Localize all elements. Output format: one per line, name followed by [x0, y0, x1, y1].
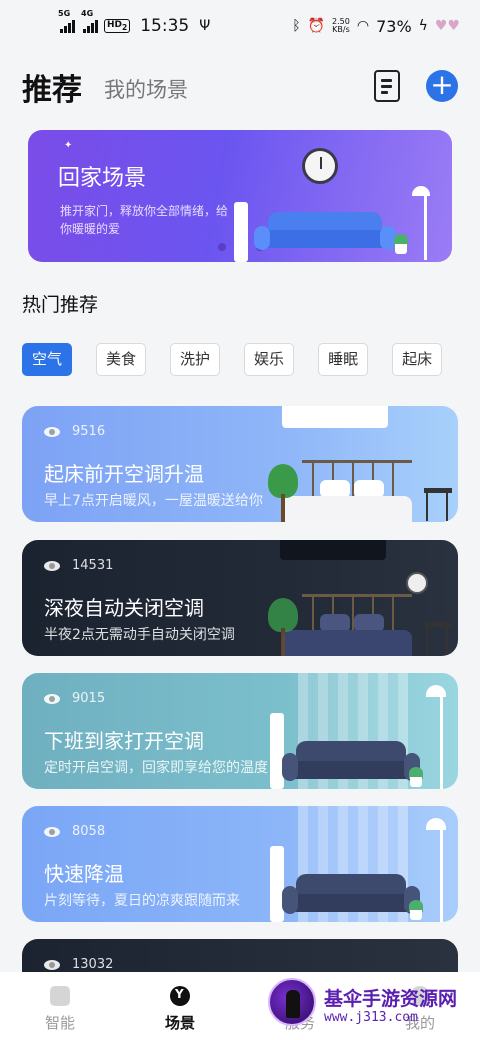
nav-scene[interactable]: 场景 [120, 972, 240, 1040]
lamp-illustration [412, 186, 436, 262]
air-conditioner-illustration [270, 713, 284, 789]
chip-sleep[interactable]: 睡眠 [318, 343, 369, 376]
chip-wakeup[interactable]: 起床 [392, 343, 443, 376]
chip-food[interactable]: 美食 [96, 343, 147, 376]
watermark: 基伞手游资源网 www.j313.com [266, 976, 476, 1032]
eye-icon [44, 426, 60, 437]
scene-card[interactable]: 8058 快速降温 片刻等待，夏日的凉爽跟随而来 [22, 806, 458, 922]
status-bar: 5G 4G HD2 15:35 Ψ ᛒ ⏰ 2.50 KB/s ◠ 73% ϟ ♥… [0, 0, 480, 52]
tree-illustration [266, 598, 300, 656]
air-conditioner-illustration [280, 540, 386, 560]
eye-icon [44, 826, 60, 837]
page-header: 推荐 我的场景 + [22, 62, 462, 112]
view-count: 9516 [44, 424, 105, 439]
tab-my-scenes[interactable]: 我的场景 [104, 74, 188, 104]
hd-badge: HD2 [104, 19, 131, 33]
scene-card[interactable]: 9015 下班到家打开空调 定时开启空调，回家即享给您的温度 [22, 673, 458, 789]
view-count: 9015 [44, 691, 105, 706]
banner-home-scene[interactable]: ✦ 回家场景 推开家门，释放你全部情绪，给你暖暖的爱 [28, 130, 452, 262]
chip-entertainment[interactable]: 娱乐 [244, 343, 295, 376]
bedroom-illustration [268, 406, 458, 522]
card-title: 起床前开空调升温 [44, 462, 204, 486]
night-bedroom-illustration [268, 540, 458, 656]
view-count: 8058 [44, 824, 105, 839]
wall-clock-illustration [302, 148, 338, 184]
bluetooth-icon: ᛒ [292, 18, 301, 34]
alarm-icon: ⏰ [307, 18, 326, 34]
eye-icon [44, 693, 60, 704]
signal-icon: 5G [58, 9, 75, 33]
air-conditioner-illustration [282, 406, 388, 428]
watermark-title: 基伞手游资源网 [324, 988, 458, 1010]
card-title: 深夜自动关闭空调 [44, 596, 204, 620]
scene-icon [170, 986, 190, 1006]
wifi-icon: ◠ [356, 18, 370, 34]
heart-icon: ♥♥ [434, 18, 460, 34]
smart-home-icon [50, 986, 70, 1006]
category-chips: 空气 美食 洗护 娱乐 睡眠 起床 [22, 343, 443, 376]
air-conditioner-illustration [270, 846, 284, 922]
sofa-illustration [254, 212, 396, 256]
tab-recommend[interactable]: 推荐 [22, 65, 82, 109]
wall-clock-illustration [406, 572, 428, 594]
usb-icon: Ψ [199, 18, 211, 34]
add-scene-button[interactable]: + [426, 70, 458, 102]
nav-label-smart: 智能 [44, 1014, 75, 1032]
clock-time: 15:35 [140, 16, 190, 36]
chip-air[interactable]: 空气 [22, 343, 73, 376]
card-description: 半夜2点无需动手自动关闭空调 [44, 627, 235, 643]
watermark-url: www.j313.com [324, 1010, 418, 1025]
scene-card[interactable]: 14531 深夜自动关闭空调 半夜2点无需动手自动关闭空调 [22, 540, 458, 656]
living-room-illustration [270, 806, 458, 922]
battery-percent: 73% [376, 16, 412, 36]
card-title: 下班到家打开空调 [44, 729, 204, 753]
air-conditioner-illustration [234, 202, 248, 262]
chip-care[interactable]: 洗护 [170, 343, 221, 376]
living-room-illustration [270, 673, 458, 789]
view-count: 13032 [44, 957, 113, 972]
plant-illustration [392, 234, 408, 254]
scene-card[interactable]: 9516 起床前开空调升温 早上7点开启暖风，一屋温暖送给你 [22, 406, 458, 522]
card-description: 定时开启空调，回家即享给您的温度 [44, 760, 268, 776]
nav-smart[interactable]: 智能 [0, 972, 120, 1040]
document-icon[interactable] [374, 70, 400, 102]
nav-label-scene: 场景 [164, 1014, 195, 1032]
view-count: 14531 [44, 558, 113, 573]
signal-icon-2: 4G [81, 9, 98, 33]
eye-icon [44, 560, 60, 571]
card-title: 快速降温 [44, 862, 124, 886]
watermark-logo [268, 978, 316, 1026]
section-title-hot: 热门推荐 [22, 294, 99, 316]
tree-illustration [266, 464, 300, 522]
sparkle-icon: ✦ [64, 140, 73, 151]
banner-subtitle: 推开家门，释放你全部情绪，给你暖暖的爱 [60, 204, 229, 236]
network-speed: 2.50 KB/s [332, 17, 350, 34]
charging-icon: ϟ [418, 18, 428, 34]
card-description: 片刻等待，夏日的凉爽跟随而来 [44, 893, 240, 909]
banner-title: 回家场景 [58, 166, 147, 191]
card-description: 早上7点开启暖风，一屋温暖送给你 [44, 493, 263, 509]
eye-icon [44, 959, 60, 970]
